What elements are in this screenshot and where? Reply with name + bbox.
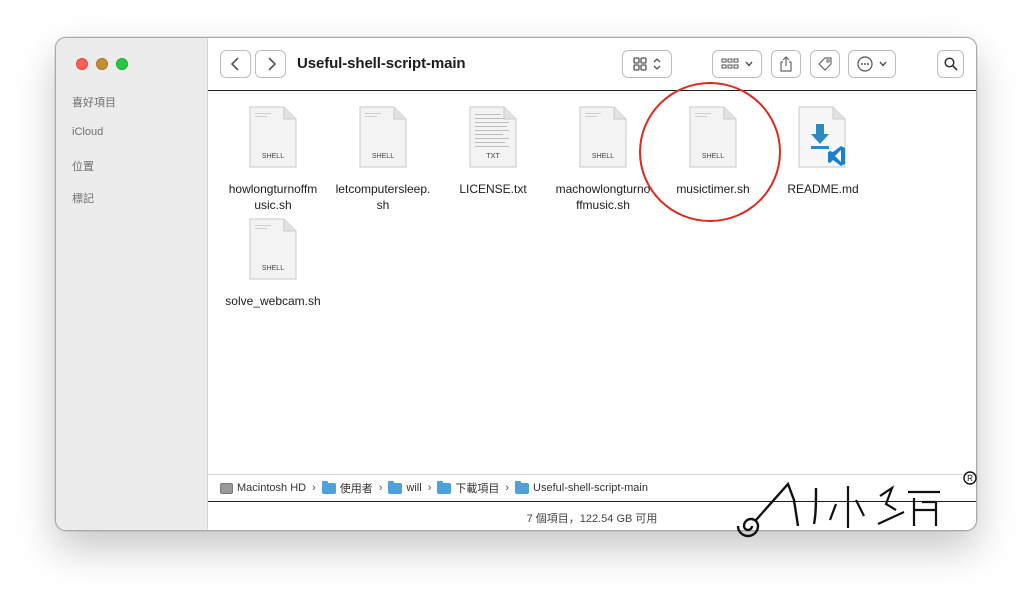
search-button[interactable] [937,50,964,78]
watermark-logo: R [736,471,977,538]
path-crumb-macintosh-hd[interactable]: Macintosh HD [220,482,306,494]
file-name: README.md [787,182,859,196]
svg-text:SHELL: SHELL [372,153,394,160]
file-name: letcomputersleep. [335,182,431,196]
shell-script-document-icon: SHELL [579,106,627,168]
svg-text:SHELL: SHELL [262,153,284,160]
path-crumb-will[interactable]: will [388,480,422,494]
shell-script-document-icon: SHELL [249,106,297,168]
shell-script-document-icon: SHELL [359,106,407,168]
sidebar-section-icloud[interactable]: iCloud [72,126,103,138]
close-window-button[interactable] [76,58,88,70]
action-button[interactable] [848,50,896,78]
more-icon [857,56,873,72]
main-pane: Useful-shell-script-main SHELL howlongtu… [208,38,976,530]
folder-icon [321,480,336,494]
sidebar-section-tags[interactable]: 標記 [72,190,94,206]
file-item[interactable]: TXT LICENSE.txt [438,106,548,197]
hard-drive-icon [220,482,233,494]
toolbar: Useful-shell-script-main [208,38,976,91]
path-separator: › [312,482,316,494]
file-name-cont: sh [376,198,390,212]
path-separator: › [378,482,383,494]
minimize-window-button[interactable] [96,58,108,70]
home-folder-icon [388,480,403,494]
path-separator: › [505,482,510,494]
icon-grid-icon [633,57,647,71]
zoom-window-button[interactable] [116,58,128,70]
file-name: musictimer.sh [676,182,750,196]
vscode-markdown-document-icon [798,106,846,168]
share-icon [780,56,792,72]
group-button[interactable] [712,50,762,78]
file-item[interactable]: SHELL howlongturnoffm usic.sh [218,106,328,213]
text-document-icon: TXT [469,106,517,168]
svg-text:SHELL: SHELL [592,153,614,160]
window-controls [76,58,128,70]
share-button[interactable] [771,50,801,78]
path-crumb-current-folder[interactable]: Useful-shell-script-main [515,480,648,494]
window-title: Useful-shell-script-main [297,55,466,72]
path-crumb-users[interactable]: 使用者 [321,480,373,496]
finder-window: 喜好項目 iCloud 位置 標記 Useful-shell-script-ma… [55,37,977,531]
up-down-chevron-icon [653,58,661,70]
chevron-down-icon [745,61,753,67]
forward-button[interactable] [255,50,286,78]
path-crumb-downloads[interactable]: 下載項目 [437,480,499,496]
file-name-cont: ffmusic.sh [576,198,630,212]
tag-button[interactable] [810,50,840,78]
svg-text:TXT: TXT [486,153,500,160]
svg-text:SHELL: SHELL [702,153,724,160]
svg-text:R: R [967,474,973,483]
file-name: solve_webcam.sh [225,294,321,308]
shell-script-document-icon: SHELL [249,218,297,280]
file-item[interactable]: README.md [768,106,878,197]
file-grid: SHELL howlongturnoffm usic.sh SHELL letco… [208,92,976,473]
folder-icon [515,480,530,494]
status-text: 7 個項目，122.54 GB 可用 [526,512,658,525]
path-separator: › [427,482,432,494]
tag-icon [818,57,832,71]
svg-text:SHELL: SHELL [262,265,284,272]
chevron-left-icon [230,57,239,71]
shell-script-document-icon: SHELL [689,106,737,168]
back-button[interactable] [220,50,251,78]
downloads-folder-icon [437,480,452,494]
file-item[interactable]: SHELL solve_webcam.sh [218,218,328,309]
sidebar-section-locations[interactable]: 位置 [72,158,94,174]
sidebar-section-favorites[interactable]: 喜好項目 [72,94,116,110]
group-grid-icon [721,58,739,69]
file-name: howlongturnoffm [228,182,318,196]
file-item[interactable]: SHELL letcomputersleep. sh [328,106,438,213]
file-item[interactable]: SHELL machowlongturno ffmusic.sh [548,106,658,213]
chevron-down-icon [879,61,887,67]
chevron-right-icon [267,57,276,71]
sidebar: 喜好項目 iCloud 位置 標記 [56,38,208,530]
file-name: LICENSE.txt [459,182,527,196]
file-name-cont: usic.sh [254,198,292,212]
file-item[interactable]: SHELL musictimer.sh [658,106,768,197]
view-mode-button[interactable] [622,50,672,78]
search-icon [943,57,958,71]
file-name: machowlongturno [555,182,651,196]
